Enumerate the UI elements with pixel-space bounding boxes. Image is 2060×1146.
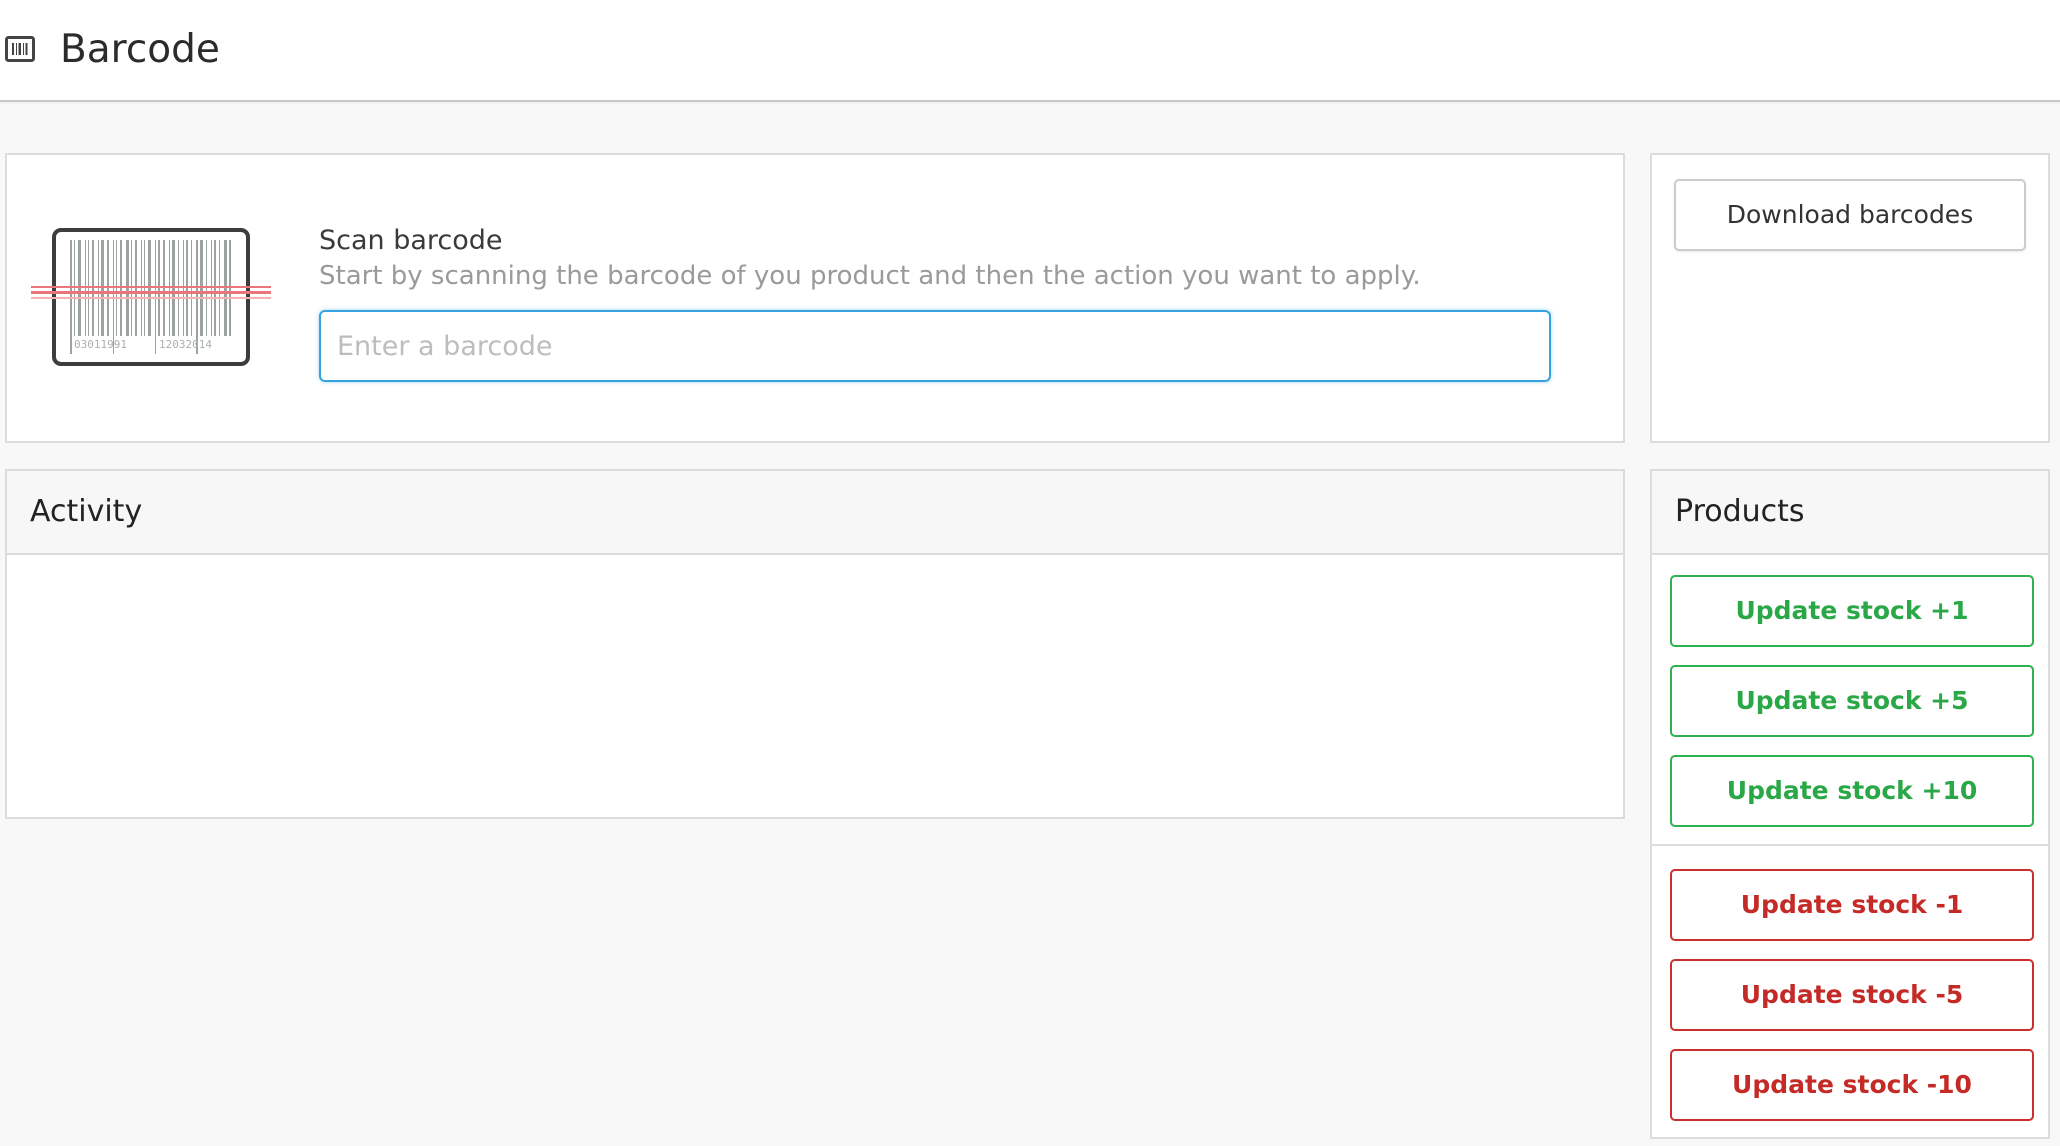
scan-barcode-help-text: Start by scanning the barcode of you pro… bbox=[319, 261, 1421, 291]
activity-title: Activity bbox=[30, 494, 143, 529]
activity-header: Activity bbox=[7, 471, 1623, 555]
activity-panel: Activity bbox=[5, 469, 1625, 819]
update-stock-plus-1-button[interactable]: Update stock +1 bbox=[1670, 575, 2034, 647]
scan-barcode-label: Scan barcode bbox=[319, 225, 503, 256]
download-panel: Download barcodes bbox=[1650, 153, 2050, 443]
barcode-scan-illustration: 03011991 12032014 bbox=[31, 228, 271, 366]
products-divider bbox=[1652, 844, 2048, 846]
scan-panel: 03011991 12032014 Scan barcode Start by … bbox=[5, 153, 1625, 443]
activity-list bbox=[7, 555, 1623, 817]
products-header: Products bbox=[1652, 471, 2048, 555]
app-header: Barcode bbox=[0, 0, 2060, 102]
barcode-digits-left: 03011991 bbox=[74, 338, 127, 351]
barcode-digits-right: 12032014 bbox=[159, 338, 212, 351]
update-stock-plus-10-button[interactable]: Update stock +10 bbox=[1670, 755, 2034, 827]
download-barcodes-button[interactable]: Download barcodes bbox=[1674, 179, 2026, 251]
update-stock-minus-1-button[interactable]: Update stock -1 bbox=[1670, 869, 2034, 941]
products-title: Products bbox=[1675, 494, 1805, 529]
barcode-input[interactable] bbox=[319, 310, 1551, 382]
barcode-icon bbox=[5, 36, 35, 62]
update-stock-plus-5-button[interactable]: Update stock +5 bbox=[1670, 665, 2034, 737]
update-stock-minus-5-button[interactable]: Update stock -5 bbox=[1670, 959, 2034, 1031]
update-stock-minus-10-button[interactable]: Update stock -10 bbox=[1670, 1049, 2034, 1121]
page-title: Barcode bbox=[60, 27, 220, 72]
products-panel: Products Update stock +1 Update stock +5… bbox=[1650, 469, 2050, 1139]
